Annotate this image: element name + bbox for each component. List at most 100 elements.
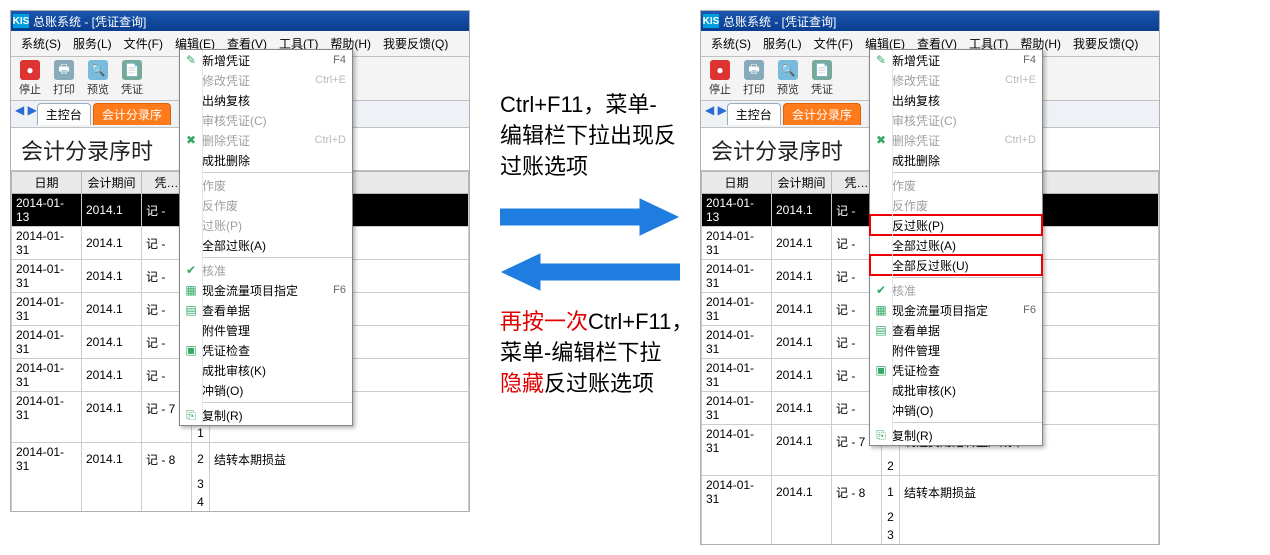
menu-item[interactable]: ✎新增凭证F4: [180, 50, 352, 70]
edit-menu-dropdown[interactable]: ✎新增凭证F4修改凭证Ctrl+E出纳复核审核凭证(C)✖删除凭证Ctrl+D成…: [179, 49, 353, 426]
toolbar-voucher[interactable]: 📄凭证: [115, 60, 149, 97]
menu-item[interactable]: 附件管理: [180, 320, 352, 340]
menu-item-label: 新增凭证: [202, 52, 333, 69]
arrow-right-icon: [500, 197, 680, 237]
menu-item-label: 审核凭证(C): [202, 112, 346, 129]
menu-item: 审核凭证(C): [870, 110, 1042, 130]
tab-accounting[interactable]: 会计分录序: [93, 103, 171, 125]
table-row[interactable]: 2: [702, 508, 1159, 526]
toolbar-preview[interactable]: 🔍预览: [81, 60, 115, 97]
menu-system[interactable]: 系统(S): [705, 33, 757, 54]
th-period[interactable]: 会计期间: [82, 172, 142, 194]
menu-item[interactable]: 成批删除: [870, 150, 1042, 170]
menu-file[interactable]: 文件(F): [118, 33, 169, 54]
app-window-left: KIS 总账系统 - [凭证查询] 系统(S) 服务(L) 文件(F) 编辑(E…: [10, 10, 470, 512]
menu-item[interactable]: 成批审核(K): [870, 380, 1042, 400]
toolbar-stop[interactable]: ●停止: [13, 60, 47, 97]
menu-item-icon: ▣: [870, 363, 892, 377]
menu-item-icon: ▦: [180, 283, 202, 297]
menu-item-icon: ✔: [870, 283, 892, 297]
menu-feedback[interactable]: 我要反馈(Q): [1067, 33, 1144, 54]
menu-item[interactable]: ▣凭证检查: [870, 360, 1042, 380]
menu-system[interactable]: 系统(S): [15, 33, 67, 54]
menu-item[interactable]: ▦现金流量项目指定F6: [180, 280, 352, 300]
menu-separator: [892, 422, 1042, 423]
app-window-right: KIS 总账系统 - [凭证查询] 系统(S) 服务(L) 文件(F) 编辑(E…: [700, 10, 1160, 545]
menu-item[interactable]: ▦现金流量项目指定F6: [870, 300, 1042, 320]
menu-item[interactable]: ▤查看单据: [180, 300, 352, 320]
table-row[interactable]: 1: [12, 424, 469, 443]
menu-item-label: 出纳复核: [892, 92, 1036, 109]
th-period[interactable]: 会计期间: [772, 172, 832, 194]
menu-item: ✖删除凭证Ctrl+D: [180, 130, 352, 150]
menu-item-label: 复制(R): [202, 407, 346, 424]
menu-item-icon: ▤: [180, 303, 202, 317]
menu-separator: [202, 402, 352, 403]
menu-item-shortcut: Ctrl+D: [315, 134, 346, 146]
menu-item-shortcut: F4: [333, 54, 346, 66]
menu-item[interactable]: 冲销(O): [180, 380, 352, 400]
menu-item-shortcut: Ctrl+E: [315, 74, 346, 86]
table-row[interactable]: 2: [702, 457, 1159, 476]
toolbar-stop[interactable]: ●停止: [703, 60, 737, 97]
menu-item[interactable]: ▤查看单据: [870, 320, 1042, 340]
menu-item-label: 新增凭证: [892, 52, 1023, 69]
toolbar-preview[interactable]: 🔍预览: [771, 60, 805, 97]
menu-item[interactable]: ⎘复制(R): [180, 405, 352, 425]
menu-item-icon: ✖: [180, 133, 202, 147]
th-date[interactable]: 日期: [12, 172, 82, 194]
menu-item-label: 过账(P): [202, 217, 346, 234]
menu-item[interactable]: 冲销(O): [870, 400, 1042, 420]
tab-main[interactable]: 主控台: [37, 103, 91, 125]
toolbar-voucher[interactable]: 📄凭证: [805, 60, 839, 97]
menu-item: ✔核准: [870, 280, 1042, 300]
menu-file[interactable]: 文件(F): [808, 33, 859, 54]
menu-item-label: 成批删除: [892, 152, 1036, 169]
menu-service[interactable]: 服务(L): [757, 33, 808, 54]
menu-item-shortcut: F4: [1023, 54, 1036, 66]
annotation-bottom: 再按一次Ctrl+F11， 菜单-编辑栏下拉 隐藏反过账选项: [500, 307, 690, 399]
arrow-left-icon: [500, 252, 680, 292]
menu-item[interactable]: 成批删除: [180, 150, 352, 170]
menu-item[interactable]: 全部过账(A): [870, 235, 1042, 255]
menu-item-icon: ✖: [870, 133, 892, 147]
toolbar-print[interactable]: 🖶打印: [737, 60, 771, 97]
table-row[interactable]: 3: [12, 475, 469, 493]
table-row[interactable]: 2014-01-312014.1记 - 81结转本期损益: [702, 476, 1159, 509]
table-row[interactable]: 3: [702, 526, 1159, 544]
tab-main[interactable]: 主控台: [727, 103, 781, 125]
title-bar: KIS 总账系统 - [凭证查询]: [701, 11, 1159, 31]
menu-item-label: 冲销(O): [202, 382, 346, 399]
menu-item[interactable]: ⎘复制(R): [870, 425, 1042, 445]
edit-menu-dropdown[interactable]: ✎新增凭证F4修改凭证Ctrl+E出纳复核审核凭证(C)✖删除凭证Ctrl+D成…: [869, 49, 1043, 446]
menu-item[interactable]: 附件管理: [870, 340, 1042, 360]
menu-item-label: 作废: [892, 177, 1036, 194]
menu-feedback[interactable]: 我要反馈(Q): [377, 33, 454, 54]
menu-item-label: 核准: [202, 262, 346, 279]
table-row[interactable]: 4: [12, 493, 469, 511]
menu-item[interactable]: ✎新增凭证F4: [870, 50, 1042, 70]
menu-separator: [892, 172, 1042, 173]
menu-item[interactable]: 全部过账(A): [180, 235, 352, 255]
toolbar-print[interactable]: 🖶打印: [47, 60, 81, 97]
menu-item[interactable]: ▣凭证检查: [180, 340, 352, 360]
app-logo-icon: KIS: [703, 14, 719, 28]
table-row[interactable]: 2014-01-312014.1记 - 82结转本期损益: [12, 443, 469, 476]
tab-accounting[interactable]: 会计分录序: [783, 103, 861, 125]
menu-item[interactable]: 成批审核(K): [180, 360, 352, 380]
menu-item: 修改凭证Ctrl+E: [180, 70, 352, 90]
menu-item-icon: ⎘: [180, 408, 202, 423]
menu-item[interactable]: 出纳复核: [870, 90, 1042, 110]
menu-item-label: 反作废: [202, 197, 346, 214]
menu-item[interactable]: 出纳复核: [180, 90, 352, 110]
menu-item-icon: ▦: [870, 303, 892, 317]
menu-item[interactable]: 反过账(P): [870, 215, 1042, 235]
menu-item[interactable]: 全部反过账(U): [870, 255, 1042, 275]
menu-item: 反作废: [180, 195, 352, 215]
menu-item-label: 凭证检查: [892, 362, 1036, 379]
th-date[interactable]: 日期: [702, 172, 772, 194]
menu-service[interactable]: 服务(L): [67, 33, 118, 54]
menu-item: 审核凭证(C): [180, 110, 352, 130]
menu-item-label: 修改凭证: [202, 72, 315, 89]
menu-item: 作废: [870, 175, 1042, 195]
